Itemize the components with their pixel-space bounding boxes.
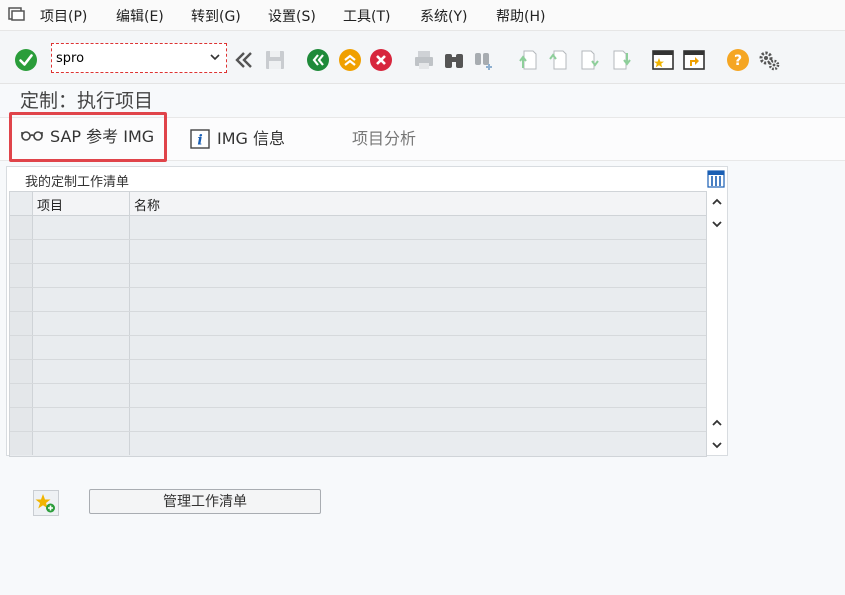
chevron-down-icon[interactable] [711,439,723,451]
vertical-scrollbar[interactable] [707,170,727,455]
row-selector[interactable] [10,288,33,311]
cell-project[interactable] [33,264,130,287]
find-next-icon[interactable] [472,48,496,72]
row-selector[interactable] [10,336,33,359]
menu-tools[interactable]: 工具(T) [343,6,390,26]
table-row[interactable] [10,360,706,384]
confirm-icon[interactable] [14,48,38,72]
column-header-project[interactable]: 项目 [37,195,63,214]
table-row[interactable] [10,240,706,264]
project-analysis-button[interactable]: 项目分析 [352,118,416,160]
menu-goto[interactable]: 转到(G) [191,6,241,26]
cell-project[interactable] [33,384,130,407]
img-info-label: IMG 信息 [217,129,286,148]
last-page-icon[interactable] [610,48,634,72]
next-page-icon[interactable] [578,48,602,72]
row-selector[interactable] [10,408,33,431]
double-chevron-left-icon[interactable] [232,48,256,72]
svg-text:i: i [197,133,202,149]
column-divider [129,192,130,215]
row-selector[interactable] [10,216,33,239]
menu-icon[interactable] [8,6,26,22]
application-toolbar: SAP 参考 IMG i IMG 信息 项目分析 [0,112,845,162]
project-analysis-label: 项目分析 [352,129,417,148]
first-page-icon[interactable] [516,48,540,72]
row-selector[interactable] [10,360,33,383]
chevron-down-icon[interactable] [210,52,220,62]
row-selector[interactable] [10,432,33,455]
add-favorite-icon[interactable] [33,490,59,516]
cell-name[interactable] [130,336,706,359]
menu-project[interactable]: 项目(P) [40,6,87,26]
cell-name[interactable] [130,432,706,455]
table-row[interactable] [10,408,706,432]
table-row[interactable] [10,288,706,312]
table-row[interactable] [10,264,706,288]
page-title: 定制：执行项目 [20,90,154,112]
cancel-icon[interactable] [369,48,393,72]
chevron-down-icon[interactable] [711,218,723,230]
table-row[interactable] [10,336,706,360]
cell-project[interactable] [33,360,130,383]
sap-reference-img-button[interactable]: SAP 参考 IMG [9,112,168,162]
table-row[interactable] [10,384,706,408]
help-icon[interactable]: ? [726,48,750,72]
print-icon[interactable] [412,48,436,72]
glasses-icon [21,131,43,141]
cell-project[interactable] [33,216,130,239]
sap-reference-img-label: SAP 参考 IMG [50,127,155,146]
menu-help[interactable]: 帮助(H) [496,6,545,26]
cell-name[interactable] [130,360,706,383]
menu-bar: 项目(P) 编辑(E) 转到(G) 设置(S) 工具(T) 系统(Y) 帮助(H… [0,0,845,31]
worklist-table: 项目 名称 [9,191,707,457]
toolbar: ? [0,31,845,84]
cell-name[interactable] [130,288,706,311]
cell-name[interactable] [130,240,706,263]
back-icon[interactable] [306,48,330,72]
cell-name[interactable] [130,264,706,287]
cell-project[interactable] [33,312,130,335]
cell-project[interactable] [33,288,130,311]
menu-settings[interactable]: 设置(S) [268,6,316,26]
worklist-panel: 我的定制工作清单 项目 名称 [6,166,728,457]
menu-system[interactable]: 系统(Y) [420,6,467,26]
info-icon: i [190,129,210,149]
table-row[interactable] [10,216,706,240]
cell-project[interactable] [33,408,130,431]
previous-page-icon[interactable] [546,48,570,72]
row-selector[interactable] [10,240,33,263]
command-input[interactable] [56,48,206,68]
table-row[interactable] [10,432,706,455]
new-session-icon[interactable] [651,48,675,72]
cell-project[interactable] [33,432,130,455]
row-selector[interactable] [10,384,33,407]
select-all-cell[interactable] [10,192,33,215]
cell-name[interactable] [130,216,706,239]
menu-edit[interactable]: 编辑(E) [116,6,164,26]
column-header-name[interactable]: 名称 [134,195,160,214]
command-field[interactable] [51,43,227,73]
cell-name[interactable] [130,408,706,431]
cell-name[interactable] [130,312,706,335]
create-shortcut-icon[interactable] [682,48,706,72]
img-info-button[interactable]: i IMG 信息 [190,118,285,160]
manage-worklist-button[interactable]: 管理工作清单 [89,489,321,514]
gear-icon[interactable] [757,48,781,72]
svg-text:?: ? [734,53,742,69]
row-selector[interactable] [10,264,33,287]
cell-project[interactable] [33,336,130,359]
exit-up-icon[interactable] [338,48,362,72]
cell-name[interactable] [130,384,706,407]
table-header: 项目 名称 [10,192,706,216]
find-icon[interactable] [442,48,466,72]
chevron-up-icon[interactable] [711,417,723,429]
chevron-up-icon[interactable] [711,196,723,208]
cell-project[interactable] [33,240,130,263]
worklist-title: 我的定制工作清单 [25,175,130,190]
row-selector[interactable] [10,312,33,335]
save-icon[interactable] [263,48,287,72]
table-row[interactable] [10,312,706,336]
column-settings-icon[interactable] [707,170,725,188]
